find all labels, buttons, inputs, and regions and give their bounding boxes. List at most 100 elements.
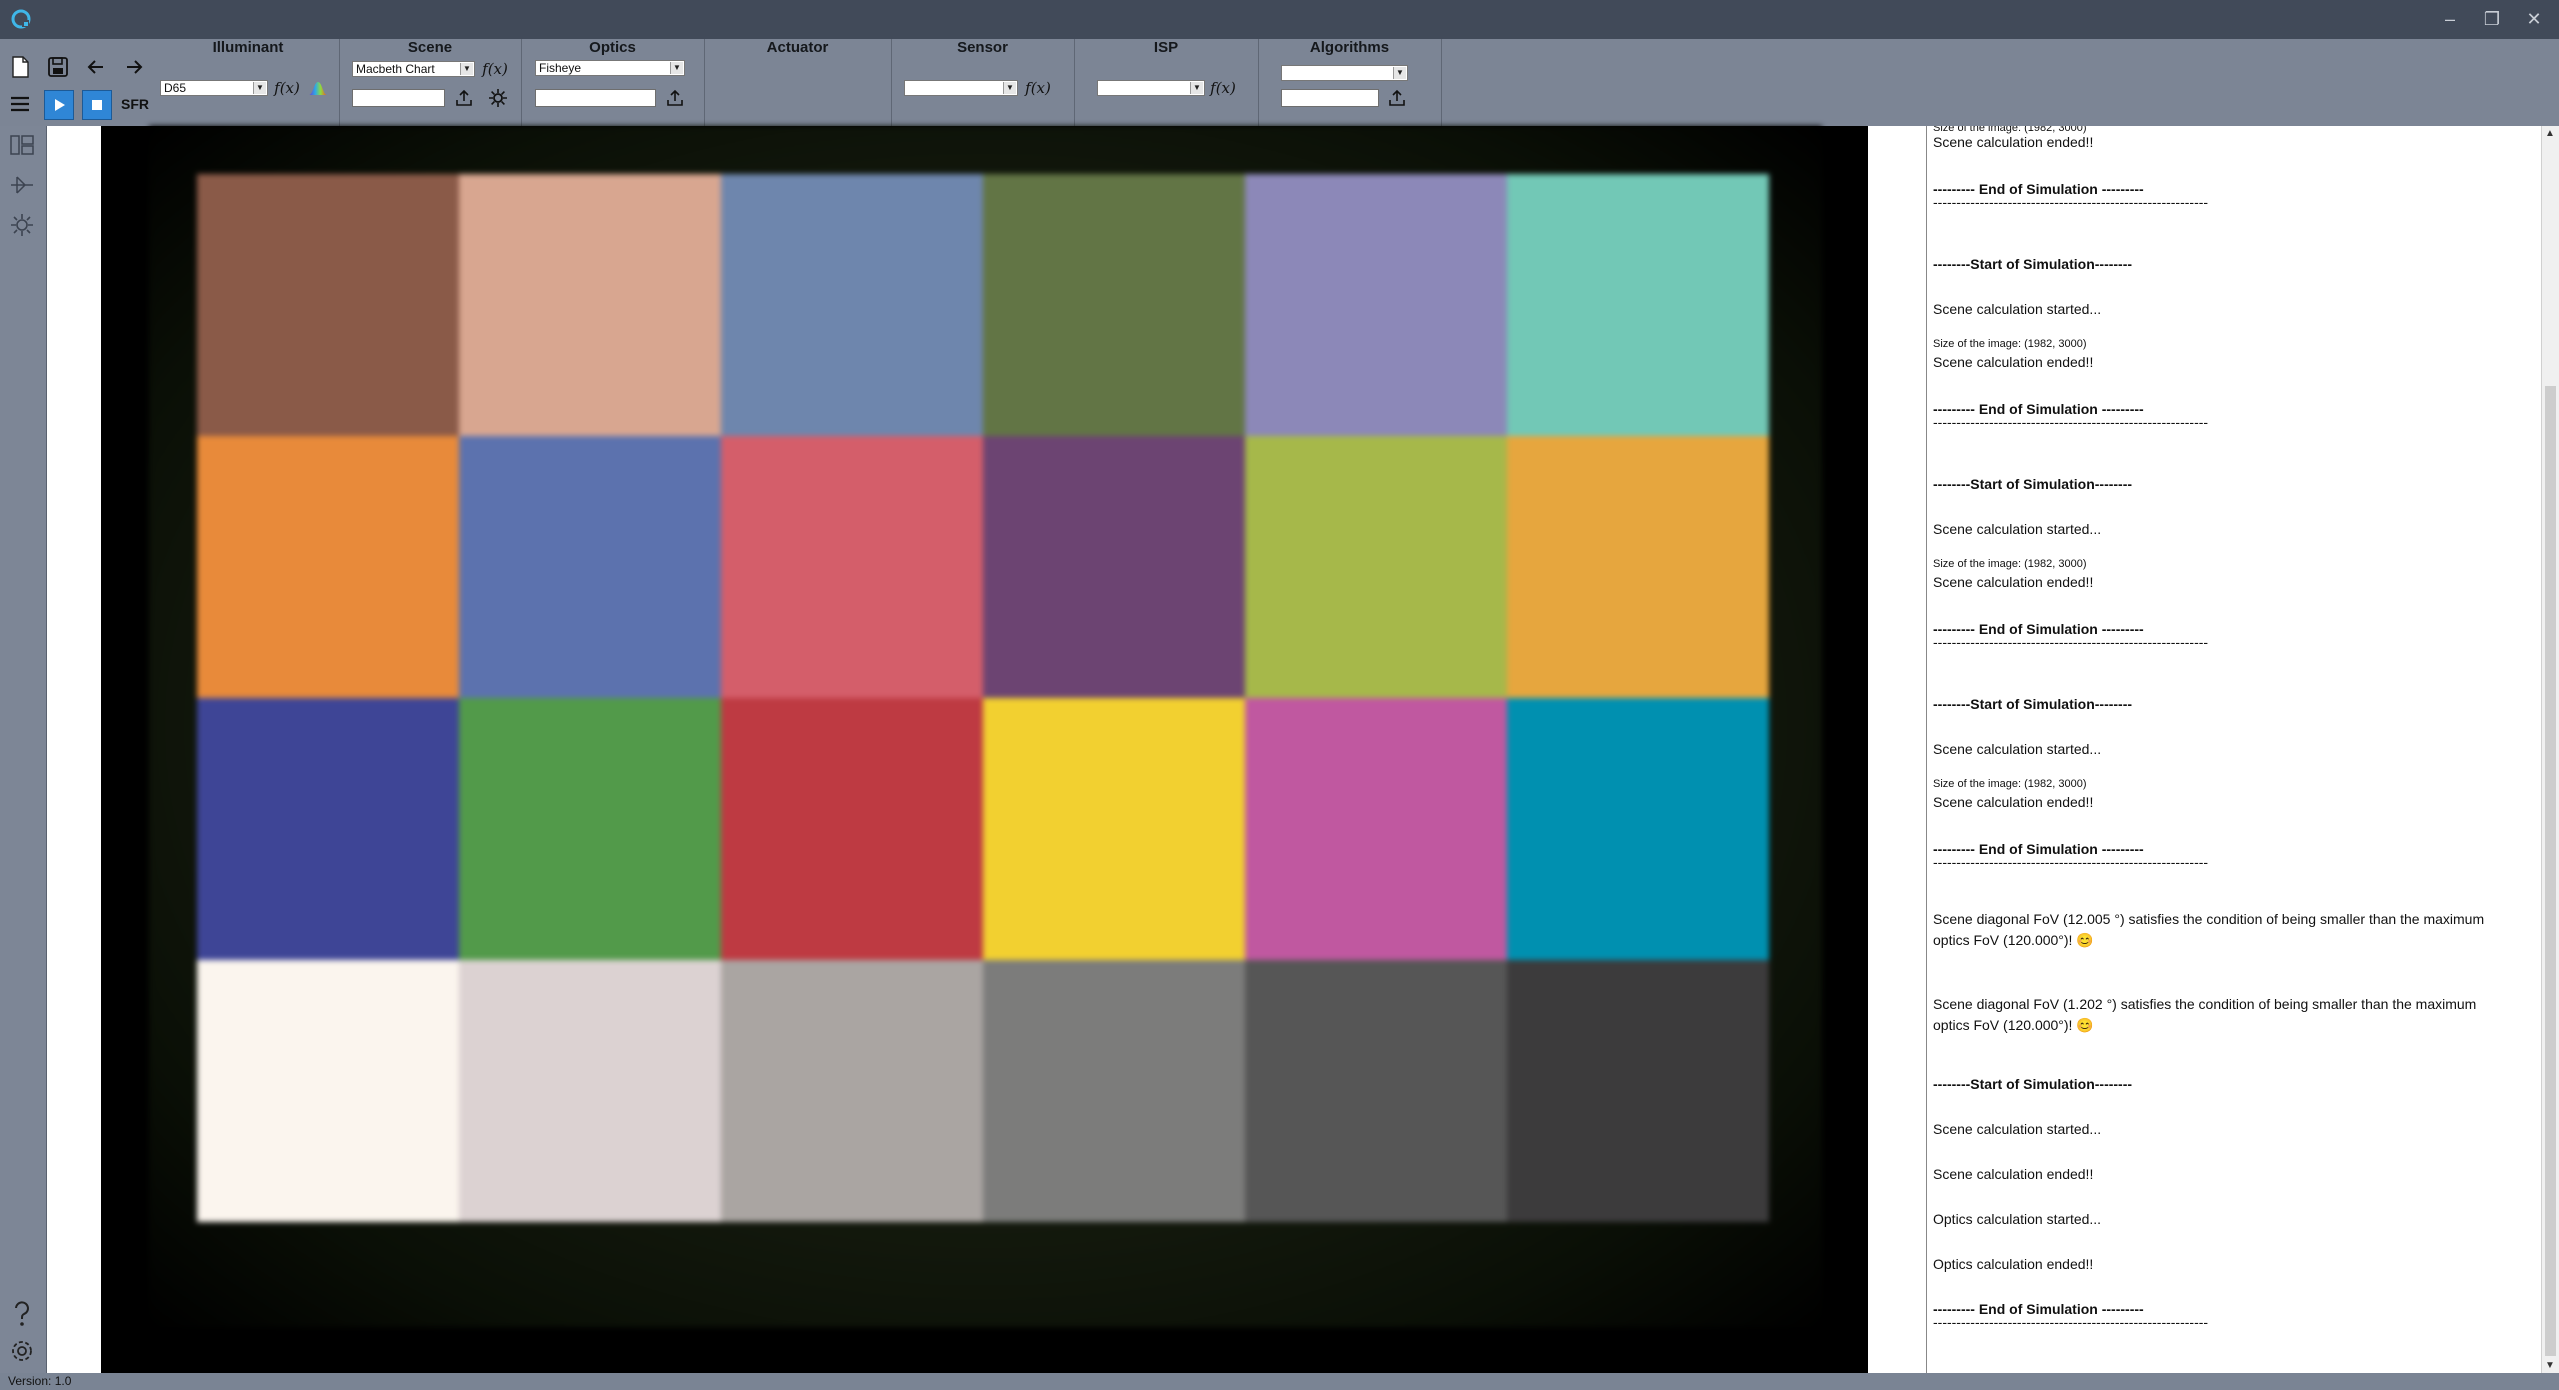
scene-group: Scene Macbeth Chart ▼ f(x) (339, 39, 522, 126)
sensor-select[interactable]: ▼ (904, 80, 1018, 96)
sfr-button[interactable]: SFR (118, 90, 152, 118)
chevron-down-icon: ▼ (253, 82, 266, 94)
restore-icon[interactable]: ❐ (2472, 6, 2512, 32)
redo-arrow-icon[interactable] (120, 53, 148, 81)
log-line: Scene calculation started... (1933, 301, 2102, 317)
chevron-down-icon: ▼ (1393, 67, 1406, 79)
color-patch (1507, 698, 1769, 960)
log-line: Scene calculation ended!! (1933, 134, 2094, 150)
optics-select[interactable]: Fisheye ▼ (535, 60, 685, 76)
sensor-group: Sensor ▼ f(x) (891, 39, 1075, 126)
scene-title: Scene (407, 39, 453, 56)
macbeth-chart-image (149, 126, 1822, 1327)
log-line: --------Start of Simulation-------- (1933, 476, 2133, 492)
illuminant-select[interactable]: D65 ▼ (160, 80, 268, 96)
scene-select[interactable]: Macbeth Chart ▼ (352, 61, 475, 77)
minimize-icon[interactable]: – (2430, 6, 2470, 32)
scroll-up-icon[interactable]: ▲ (2545, 128, 2555, 139)
new-file-icon[interactable] (6, 53, 34, 81)
scrollbar-thumb[interactable] (2545, 386, 2556, 1356)
optics-file-field[interactable] (535, 89, 656, 107)
algorithms-upload-icon[interactable] (1384, 85, 1410, 111)
undo-arrow-icon[interactable] (82, 53, 110, 81)
log-line: ----------------------------------------… (1933, 194, 2209, 210)
scene-select-value: Macbeth Chart (356, 62, 435, 76)
optics-upload-icon[interactable] (662, 85, 688, 111)
log-line: Scene calculation started... (1933, 1121, 2102, 1137)
color-patch (1507, 436, 1769, 698)
version-label: Version: 1.0 (8, 1374, 72, 1388)
color-patch (459, 174, 721, 436)
log-line: --------Start of Simulation-------- (1933, 256, 2133, 272)
color-patch (721, 174, 983, 436)
sensor-sun-icon[interactable] (7, 210, 37, 240)
chevron-down-icon: ▼ (670, 62, 683, 74)
chevron-down-icon: ▼ (1190, 82, 1203, 94)
log-line: ----------------------------------------… (1933, 414, 2209, 430)
spectrum-icon[interactable] (305, 75, 331, 101)
isp-group: ISP ▼ f(x) (1074, 39, 1259, 126)
help-icon[interactable] (7, 1299, 37, 1329)
log-line: Scene calculation started... (1933, 521, 2102, 537)
color-patch (459, 436, 721, 698)
color-patch (197, 436, 459, 698)
simulation-log[interactable]: Size of the image: (1982, 3000) Scene cal… (1926, 126, 2542, 1373)
image-viewer[interactable] (101, 126, 1868, 1373)
scene-upload-icon[interactable] (451, 85, 477, 111)
color-patch (197, 960, 459, 1222)
log-line: Scene calculation ended!! (1933, 354, 2094, 370)
close-icon[interactable]: ✕ (2514, 6, 2554, 32)
log-line: Scene calculation ended!! (1933, 1166, 2094, 1182)
algorithms-file-field[interactable] (1281, 89, 1379, 107)
color-patch (983, 436, 1245, 698)
viewer-margin (47, 126, 101, 1373)
color-patch (721, 960, 983, 1222)
optics-path-icon[interactable] (7, 170, 37, 200)
log-line: ----------------------------------------… (1933, 854, 2209, 870)
chevron-down-icon: ▼ (460, 63, 473, 75)
scene-fx-button[interactable]: f(x) (481, 56, 509, 82)
scroll-down-icon[interactable]: ▼ (2545, 1360, 2555, 1371)
settings-icon[interactable] (7, 1336, 37, 1366)
log-line: Scene diagonal FoV (12.005 °) satisfies … (1933, 911, 2485, 927)
algorithms-group: Algorithms ▼ (1258, 39, 1442, 126)
stop-icon[interactable] (82, 90, 112, 120)
scene-file-field[interactable] (352, 89, 445, 107)
log-line: Scene calculation started... (1933, 741, 2102, 757)
color-patch (459, 698, 721, 960)
save-icon[interactable] (44, 53, 72, 81)
color-patch (1507, 174, 1769, 436)
log-line: --------Start of Simulation-------- (1933, 1076, 2133, 1092)
actuator-group: Actuator (704, 39, 892, 126)
isp-fx-button[interactable]: f(x) (1209, 75, 1237, 101)
layout-icon[interactable] (7, 130, 37, 160)
isp-select[interactable]: ▼ (1097, 80, 1205, 96)
log-line: Size of the image: (1982, 3000) (1933, 338, 2087, 350)
log-line: optics FoV (120.000°)! 😊 (1933, 1017, 2094, 1033)
color-patch (1245, 698, 1507, 960)
chevron-down-icon: ▼ (1003, 82, 1016, 94)
color-patch (197, 698, 459, 960)
optics-select-value: Fisheye (539, 61, 582, 75)
color-patch (983, 960, 1245, 1222)
log-line: Scene diagonal FoV (1.202 °) satisfies t… (1933, 996, 2477, 1012)
algorithms-select[interactable]: ▼ (1281, 65, 1408, 81)
play-icon[interactable] (44, 90, 74, 120)
log-line: Scene calculation ended!! (1933, 794, 2094, 810)
color-patch (1245, 960, 1507, 1222)
log-line: ----------------------------------------… (1933, 1314, 2209, 1330)
color-patch (1507, 960, 1769, 1222)
sensor-title: Sensor (957, 39, 1008, 56)
color-patch (459, 960, 721, 1222)
actuator-title: Actuator (766, 39, 829, 56)
title-bar: – ❐ ✕ (0, 0, 2559, 39)
color-patch (197, 174, 459, 436)
illuminant-select-value: D65 (164, 81, 187, 95)
scene-settings-icon[interactable] (485, 85, 511, 111)
illuminant-fx-button[interactable]: f(x) (273, 75, 301, 101)
menu-icon[interactable] (6, 90, 34, 118)
status-bar: Version: 1.0 (0, 1373, 2559, 1390)
log-scrollbar[interactable]: ▲ ▼ (2541, 126, 2559, 1373)
log-line: Size of the image: (1982, 3000) (1933, 778, 2087, 790)
sensor-fx-button[interactable]: f(x) (1024, 75, 1052, 101)
